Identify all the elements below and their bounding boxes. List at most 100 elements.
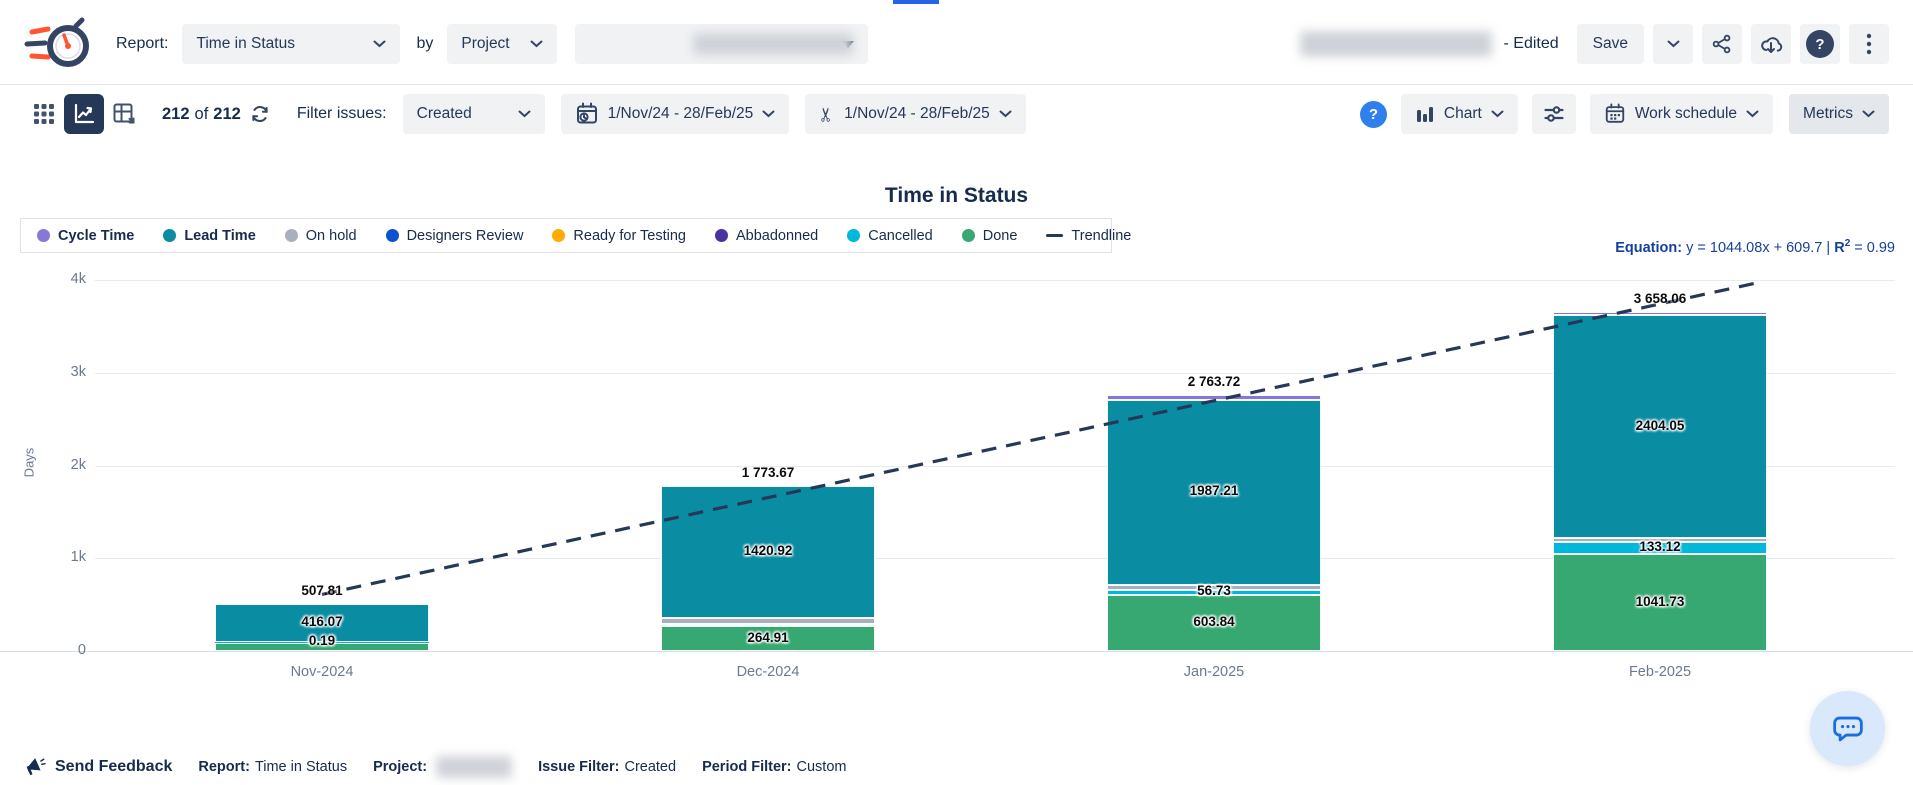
bar-segment-lead-time[interactable] — [661, 486, 875, 618]
chevron-down-icon — [518, 110, 531, 118]
header-actions: - Edited Save ? — [1300, 24, 1889, 64]
equation-body: y = 1044.08x + 609.7 | — [1686, 240, 1830, 256]
footer-period-filter: Period Filter:Custom — [702, 759, 846, 775]
bar-segment-lead-time[interactable] — [1553, 315, 1767, 538]
more-vertical-icon — [1866, 33, 1872, 55]
x-axis-tick: Dec-2024 — [658, 664, 878, 680]
trendline-equation: Equation: y = 1044.08x + 609.7 | R2 = 0.… — [1615, 238, 1895, 256]
issue-count-total: 212 — [213, 105, 241, 124]
bar-segment-cycle-time[interactable] — [1553, 312, 1767, 316]
legend-item-cycle-time[interactable]: Cycle Time — [37, 228, 134, 244]
chart-settings-button[interactable] — [1532, 94, 1576, 134]
legend-dot-icon — [962, 229, 975, 242]
toolbar: 212 of 212 Filter issues: Created 1/Nov/… — [0, 92, 1913, 136]
legend-label: Lead Time — [184, 228, 255, 244]
legend-item-done[interactable]: Done — [962, 228, 1018, 244]
r-squared-label: R — [1834, 240, 1844, 256]
export-button[interactable] — [1751, 24, 1791, 64]
group-by-value: Project — [461, 35, 509, 53]
scissors-icon: ✂ — [818, 106, 837, 122]
footer-project: Project: — [373, 756, 512, 778]
share-button[interactable] — [1702, 24, 1742, 64]
legend-item-lead-time[interactable]: Lead Time — [163, 228, 255, 244]
bar-segment-cancelled[interactable] — [1553, 542, 1767, 554]
help-button[interactable]: ? — [1800, 24, 1840, 64]
y-axis-tick: 2k — [30, 457, 86, 473]
legend-label: Ready for Testing — [573, 228, 686, 244]
y-axis-tick: 1k — [30, 549, 86, 565]
chart-help-button[interactable]: ? — [1360, 101, 1387, 128]
chevron-down-icon — [1862, 110, 1875, 118]
bar-chart-icon — [1415, 104, 1435, 124]
legend-dot-icon — [163, 229, 176, 242]
pivot-view-button[interactable] — [104, 94, 144, 134]
y-axis-tick: 0 — [30, 642, 86, 658]
blurred-footer-project — [436, 756, 512, 778]
legend-item-on-hold[interactable]: On hold — [285, 228, 357, 244]
legend-dot-icon — [552, 229, 565, 242]
project-select[interactable] — [575, 24, 868, 64]
chat-bubble-icon — [1831, 712, 1865, 746]
work-schedule-select[interactable]: Work schedule — [1590, 94, 1773, 134]
metrics-select[interactable]: Metrics — [1789, 94, 1889, 134]
question-icon: ? — [1806, 30, 1834, 58]
legend-item-cancelled[interactable]: Cancelled — [847, 228, 933, 244]
bar-total-label: 1 773.67 — [742, 465, 795, 480]
issue-filter-select[interactable]: Created — [403, 94, 545, 134]
bar-total-label: 3 658.06 — [1634, 291, 1687, 306]
more-menu-button[interactable] — [1849, 24, 1889, 64]
bar-segment-cancelled[interactable] — [1107, 590, 1321, 595]
megaphone-icon — [24, 756, 46, 778]
legend-item-ready-for-testing[interactable]: Ready for Testing — [552, 228, 686, 244]
chart-type-value: Chart — [1444, 105, 1482, 123]
chevron-down-icon — [1746, 110, 1759, 118]
bar-segment-cancelled[interactable] — [215, 642, 429, 643]
bar-segment-done[interactable] — [661, 626, 875, 651]
date-range-value: 1/Nov/24 - 28/Feb/25 — [608, 105, 754, 123]
legend-dot-icon — [285, 229, 298, 242]
bar-total-label: 2 763.72 — [1188, 374, 1241, 389]
y-axis-tick: 3k — [30, 364, 86, 380]
app-logo-icon — [24, 13, 94, 75]
bar-segment-done[interactable] — [1107, 595, 1321, 651]
bar-segment-on-hold[interactable] — [1107, 585, 1321, 590]
toolbar-right: ? Chart Work schedule Metric — [1360, 94, 1889, 134]
bar-segment-done[interactable] — [215, 643, 429, 651]
chart-type-select[interactable]: Chart — [1401, 94, 1518, 134]
report-type-select[interactable]: Time in Status — [182, 24, 400, 64]
footer-issue-filter: Issue Filter:Created — [538, 759, 676, 775]
trim-range-select[interactable]: ✂ 1/Nov/24 - 28/Feb/25 — [805, 94, 1026, 134]
trim-range-value: 1/Nov/24 - 28/Feb/25 — [844, 105, 990, 123]
legend-item-designers-review[interactable]: Designers Review — [386, 228, 524, 244]
date-range-select[interactable]: 1/Nov/24 - 28/Feb/25 — [561, 94, 790, 134]
report-type-value: Time in Status — [196, 35, 295, 53]
bar-segment-lead-time[interactable] — [215, 604, 429, 643]
by-label: by — [416, 35, 433, 53]
refresh-button[interactable] — [249, 103, 271, 125]
bar-segment-cycle-time[interactable] — [1107, 395, 1321, 401]
bar-segment-done[interactable] — [1553, 554, 1767, 651]
work-schedule-value: Work schedule — [1635, 105, 1737, 123]
report-label: Report: — [116, 35, 168, 53]
group-by-select[interactable]: Project — [447, 24, 557, 64]
legend-item-trendline[interactable]: Trendline — [1046, 228, 1131, 244]
legend-item-abbadonned[interactable]: Abbadonned — [715, 228, 818, 244]
save-options-button[interactable] — [1653, 24, 1693, 64]
bar-segment-on-hold[interactable] — [1553, 538, 1767, 542]
send-feedback-button[interactable]: Send Feedback — [24, 756, 172, 778]
calendar-clock-icon — [575, 102, 599, 126]
chevron-down-icon — [373, 40, 386, 48]
chart-view-button[interactable] — [64, 94, 104, 134]
trendline-swatch-icon — [1046, 234, 1063, 237]
y-axis-tick: 4k — [30, 271, 86, 287]
bar-segment-lead-time[interactable] — [1107, 400, 1321, 584]
bar-segment-cancelled[interactable] — [661, 624, 875, 627]
legend-label: Cancelled — [868, 228, 933, 244]
legend-label: On hold — [306, 228, 357, 244]
chart-title: Time in Status — [0, 184, 1913, 208]
bar-segment-on-hold[interactable] — [661, 618, 875, 624]
grid-view-button[interactable] — [24, 94, 64, 134]
save-button[interactable]: Save — [1577, 24, 1644, 64]
y-axis-label: Days — [21, 448, 36, 478]
chat-widget-button[interactable] — [1810, 691, 1885, 766]
